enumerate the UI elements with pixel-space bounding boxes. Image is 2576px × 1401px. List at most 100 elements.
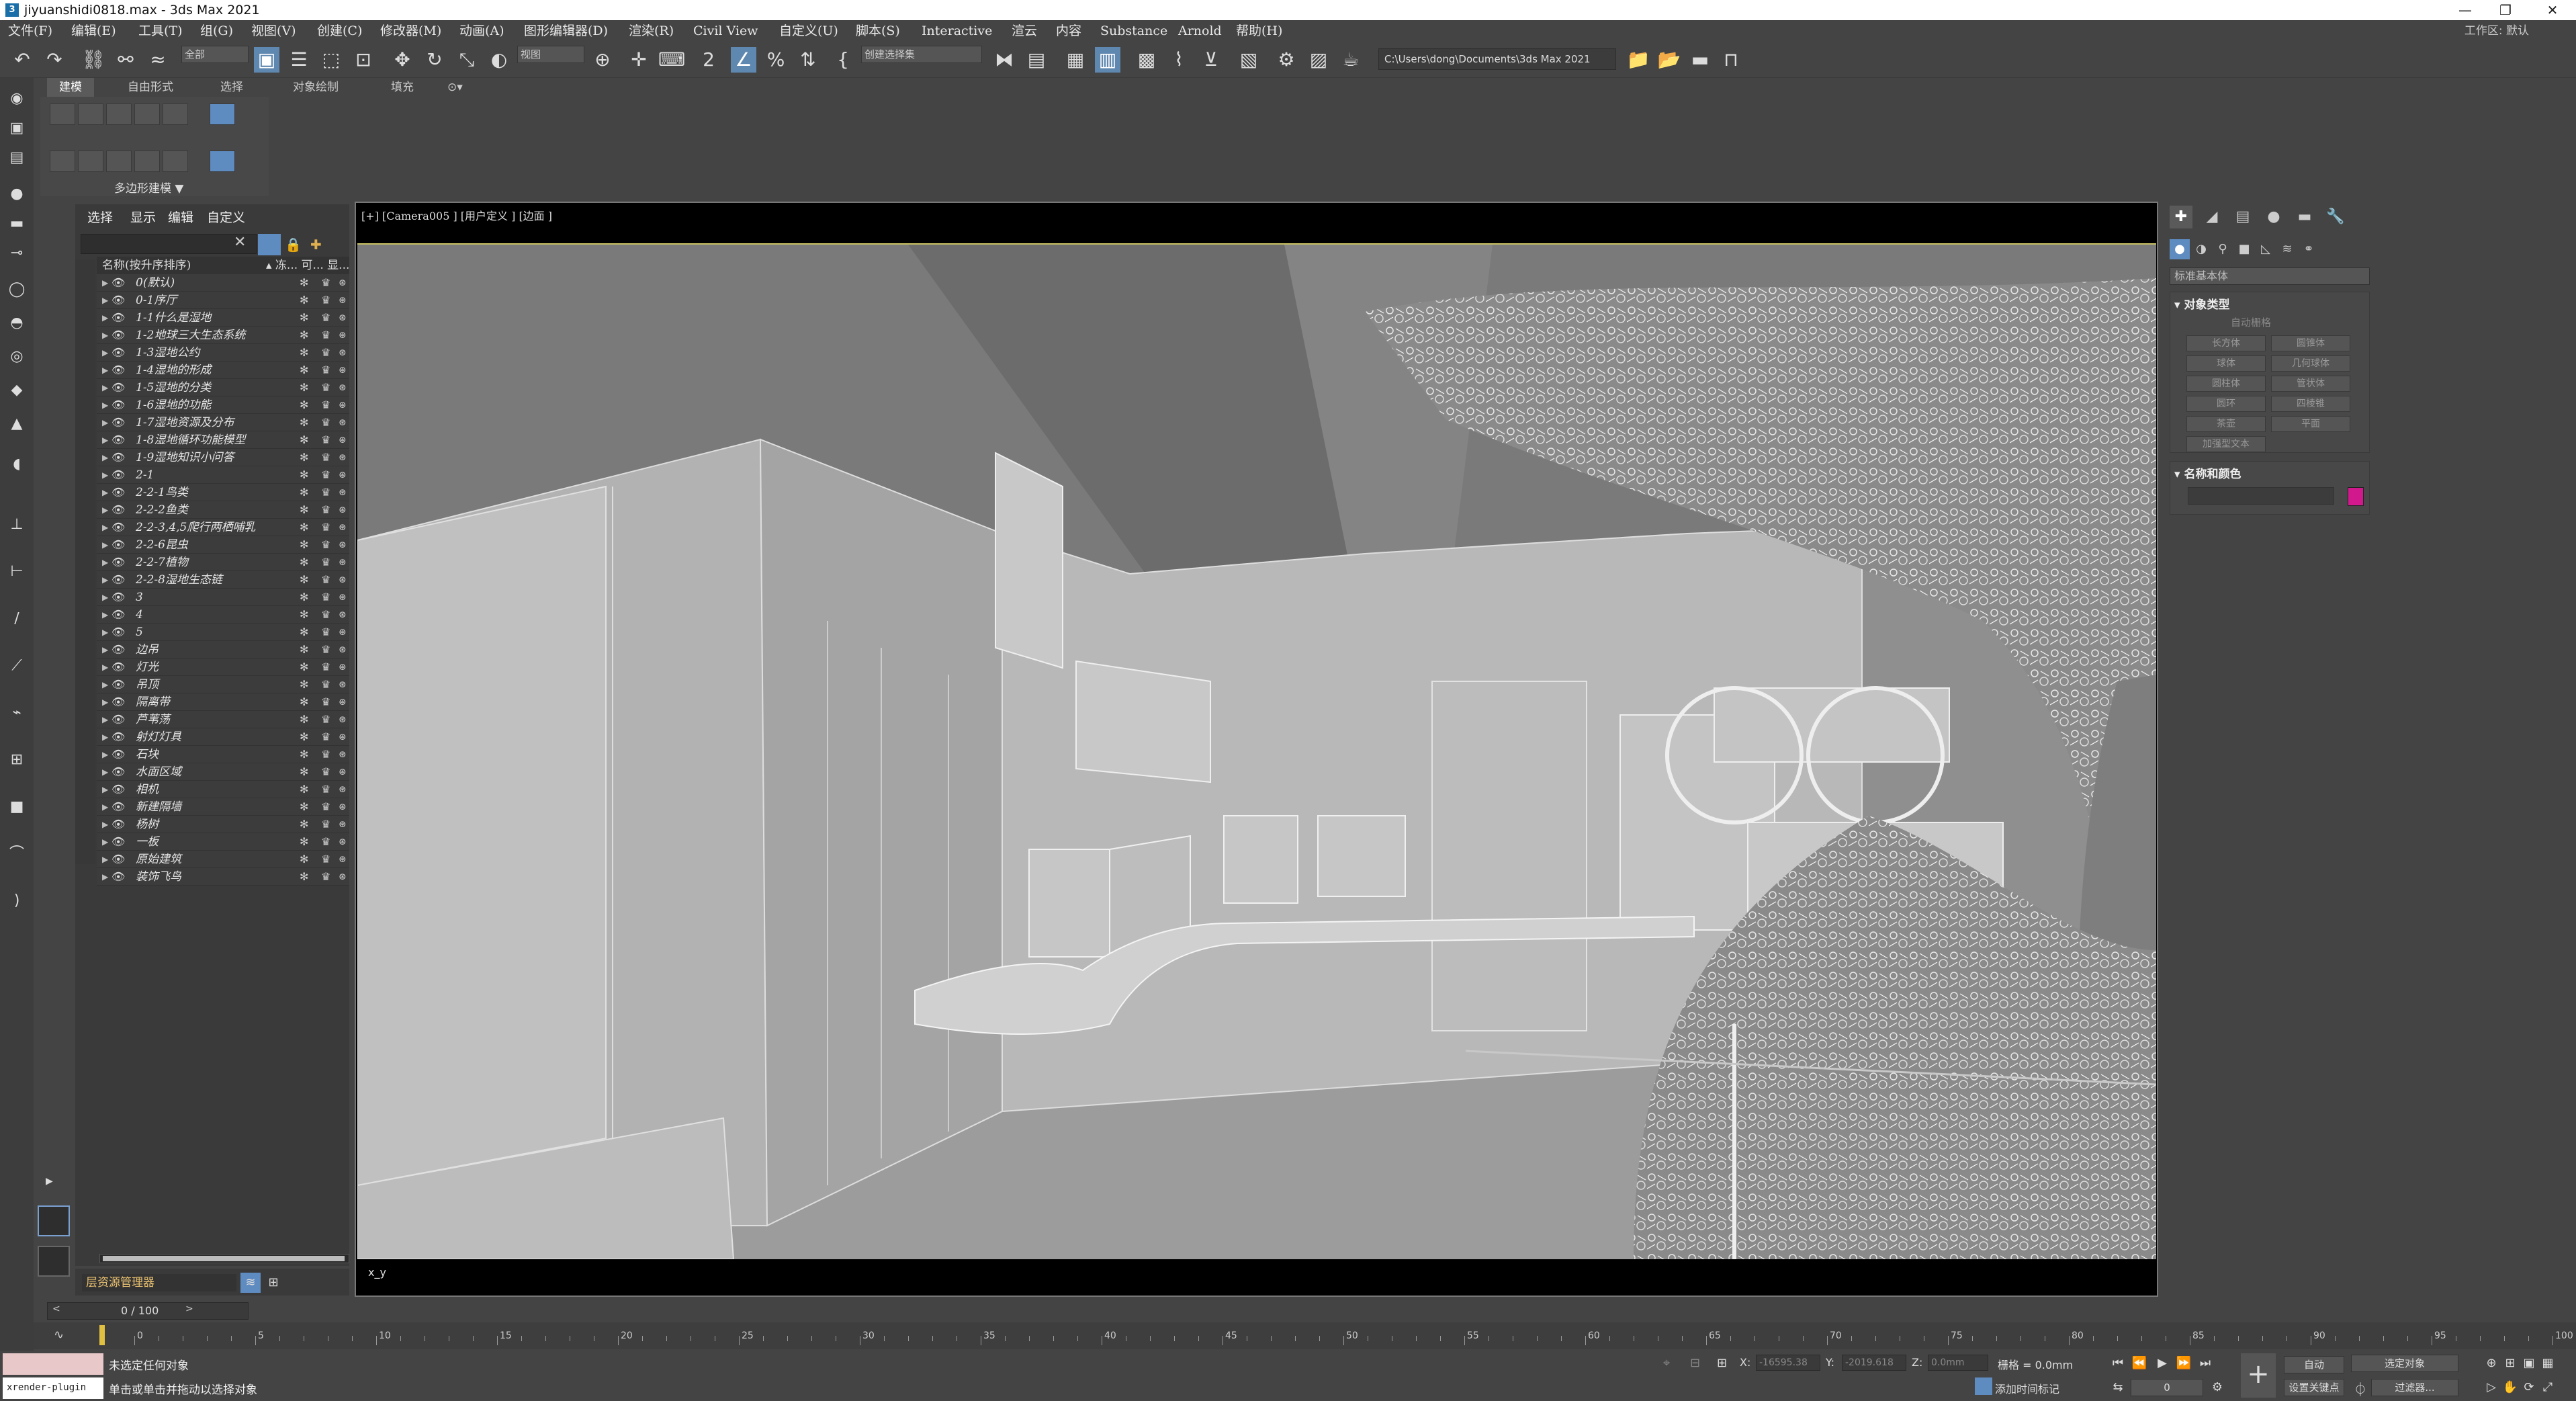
ribbon-button[interactable] — [50, 103, 75, 125]
display-box-icon[interactable]: ⊛ — [339, 449, 347, 466]
current-frame-spinner[interactable]: 0 — [2131, 1379, 2203, 1396]
name-column-header[interactable]: 名称(按升序排序) ▴ 冻... 可... 显... — [97, 257, 349, 274]
layer-row[interactable]: ▶ 👁 4 ✻ ♛ ⊛ — [97, 606, 349, 624]
display-box-icon[interactable]: ⊛ — [339, 693, 347, 711]
render-teapot-icon[interactable]: ♛ — [321, 693, 330, 711]
scene-search-input[interactable] — [81, 234, 257, 254]
grid-icon[interactable]: ⊞ — [5, 750, 28, 770]
layer-row[interactable]: ▶ 👁 2-2-1鸟类 ✻ ♛ ⊛ — [97, 484, 349, 501]
display-box-icon[interactable]: ⊛ — [339, 798, 347, 816]
edit-named-sets-icon[interactable]: { — [830, 47, 856, 73]
freeze-icon[interactable]: ✻ — [300, 746, 308, 763]
spacewarps-icon[interactable]: ≋ — [2277, 239, 2297, 259]
visibility-eye-icon[interactable]: 👁 — [112, 851, 125, 868]
freeze-icon[interactable]: ✻ — [300, 274, 308, 292]
display-box-icon[interactable]: ⊛ — [339, 728, 347, 746]
layer-row[interactable]: ▶ 👁 2-2-7植物 ✻ ♛ ⊛ — [97, 554, 349, 571]
menu-edit[interactable]: 编辑(E) — [71, 20, 116, 42]
angle-snap-icon[interactable]: ∠ — [731, 47, 756, 73]
render-teapot-icon[interactable]: ♛ — [321, 484, 330, 501]
tube-button[interactable]: 管状体 — [2271, 376, 2350, 392]
layer-row[interactable]: ▶ 👁 1-2地球三大生态系统 ✻ ♛ ⊛ — [97, 327, 349, 344]
render-teapot-icon[interactable]: ♛ — [321, 309, 330, 327]
scene-icon[interactable]: ▣ — [5, 118, 28, 138]
freeze-icon[interactable]: ✻ — [300, 624, 308, 641]
layer-row[interactable]: ▶ 👁 杨树 ✻ ♛ ⊛ — [97, 816, 349, 833]
freeze-icon[interactable]: ✻ — [300, 466, 308, 484]
render-teapot-icon[interactable]: ♛ — [321, 554, 330, 571]
lock-icon[interactable]: 🔒 — [285, 237, 302, 253]
pivot-center-icon[interactable]: ⊕ — [590, 47, 615, 73]
percent-snap-icon[interactable]: % — [763, 47, 789, 73]
render-teapot-icon[interactable]: ♛ — [321, 816, 330, 833]
lock-selection-icon[interactable]: ⊟ — [1690, 1356, 1700, 1370]
ribbon-button[interactable] — [78, 103, 103, 125]
freeze-icon[interactable]: ✻ — [300, 519, 308, 536]
key-mode-icon[interactable]: ⇆ — [2108, 1377, 2128, 1398]
object-name-field[interactable] — [2188, 487, 2334, 505]
place-icon[interactable]: ◐ — [486, 47, 512, 73]
layer-row[interactable]: ▶ 👁 0(默认) ✻ ♛ ⊛ — [97, 274, 349, 292]
expand-icon[interactable]: ▶ — [102, 746, 108, 763]
rollout-header[interactable]: ▾ 对象类型 — [2174, 295, 2229, 312]
layer-row[interactable]: ▶ 👁 水面区域 ✻ ♛ ⊛ — [97, 763, 349, 781]
display-box-icon[interactable]: ⊛ — [339, 676, 347, 693]
named-selection-dropdown[interactable]: 创建选择集 — [861, 46, 982, 63]
visibility-eye-icon[interactable]: 👁 — [112, 624, 125, 641]
expand-icon[interactable]: ▶ — [102, 641, 108, 659]
light-icon[interactable]: ● — [5, 184, 28, 204]
pyramid-button[interactable]: 四棱锥 — [2271, 396, 2350, 412]
align-icon[interactable]: ▤ — [1024, 47, 1049, 73]
hierarchy-tab-icon[interactable]: ▤ — [2231, 206, 2254, 228]
freeze-icon[interactable]: ✻ — [300, 554, 308, 571]
freeze-icon[interactable]: ✻ — [300, 781, 308, 798]
render-teapot-icon[interactable]: ♛ — [321, 746, 330, 763]
cone-icon[interactable]: ▲ — [5, 414, 28, 434]
render-teapot-icon[interactable]: ♛ — [321, 536, 330, 554]
render-teapot-icon[interactable]: ♛ — [321, 414, 330, 431]
expand-icon[interactable]: ▶ — [102, 466, 108, 484]
display-box-icon[interactable]: ⊛ — [339, 292, 347, 309]
expand-layouts-icon[interactable]: ▶ — [46, 1176, 53, 1187]
freeze-icon[interactable]: ✻ — [300, 571, 308, 589]
clear-search-icon[interactable]: ✕ — [234, 234, 246, 251]
close-icon[interactable]: ✕ — [2532, 0, 2573, 20]
freeze-icon[interactable]: ✻ — [300, 589, 308, 606]
ribbon-button[interactable] — [163, 151, 188, 172]
zoom-extents-icon[interactable]: ▣ — [2519, 1353, 2539, 1373]
display-box-icon[interactable]: ⊛ — [339, 868, 347, 886]
orbit-icon[interactable]: ⟳ — [2519, 1377, 2539, 1398]
layer-row[interactable]: ▶ 👁 边吊 ✻ ♛ ⊛ — [97, 641, 349, 659]
menu-rendering[interactable]: 渲染(R) — [629, 20, 674, 42]
visibility-eye-icon[interactable]: 👁 — [112, 466, 125, 484]
tab-edit[interactable]: 编辑 — [168, 204, 193, 231]
layer-row[interactable]: ▶ 👁 5 ✻ ♛ ⊛ — [97, 624, 349, 641]
expand-icon[interactable]: ▶ — [102, 624, 108, 641]
plane-button[interactable]: 平面 — [2271, 416, 2350, 432]
ribbon-button[interactable] — [50, 151, 75, 172]
layer-row[interactable]: ▶ 👁 吊顶 ✻ ♛ ⊛ — [97, 676, 349, 693]
open-folder-icon[interactable]: 📂 — [1656, 47, 1682, 73]
snap-toggle-icon[interactable]: 2 — [696, 47, 721, 73]
render-teapot-icon[interactable]: ♛ — [321, 292, 330, 309]
menu-content[interactable]: 内容 — [1056, 20, 1081, 42]
bind-spacewarp-icon[interactable]: ≈ — [145, 47, 171, 73]
menu-customize[interactable]: 自定义(U) — [779, 20, 838, 42]
expand-icon[interactable]: ▶ — [102, 396, 108, 414]
key-filter-dropdown[interactable]: 选定对象 — [2351, 1355, 2458, 1372]
freeze-icon[interactable]: ✻ — [300, 449, 308, 466]
freeze-icon[interactable]: ✻ — [300, 728, 308, 746]
display-box-icon[interactable]: ⊛ — [339, 554, 347, 571]
render-teapot-icon[interactable]: ♛ — [321, 851, 330, 868]
rect-selection-icon[interactable]: ⬚ — [318, 47, 344, 73]
display-box-icon[interactable]: ⊛ — [339, 746, 347, 763]
horizontal-scrollbar[interactable] — [99, 1254, 349, 1263]
sort-icon[interactable]: ⊞ — [263, 1273, 283, 1293]
spinner-snap-icon[interactable]: ⇅ — [795, 47, 821, 73]
render-teapot-icon[interactable]: ♛ — [321, 589, 330, 606]
container-icon[interactable]: ▤ — [5, 148, 28, 168]
torus-button[interactable]: 圆环 — [2186, 396, 2266, 412]
freeze-icon[interactable]: ✻ — [300, 414, 308, 431]
create-tab-icon[interactable]: ✚ — [2170, 206, 2192, 228]
ribbon-tab-freeform[interactable]: 自由形式 — [128, 78, 173, 97]
